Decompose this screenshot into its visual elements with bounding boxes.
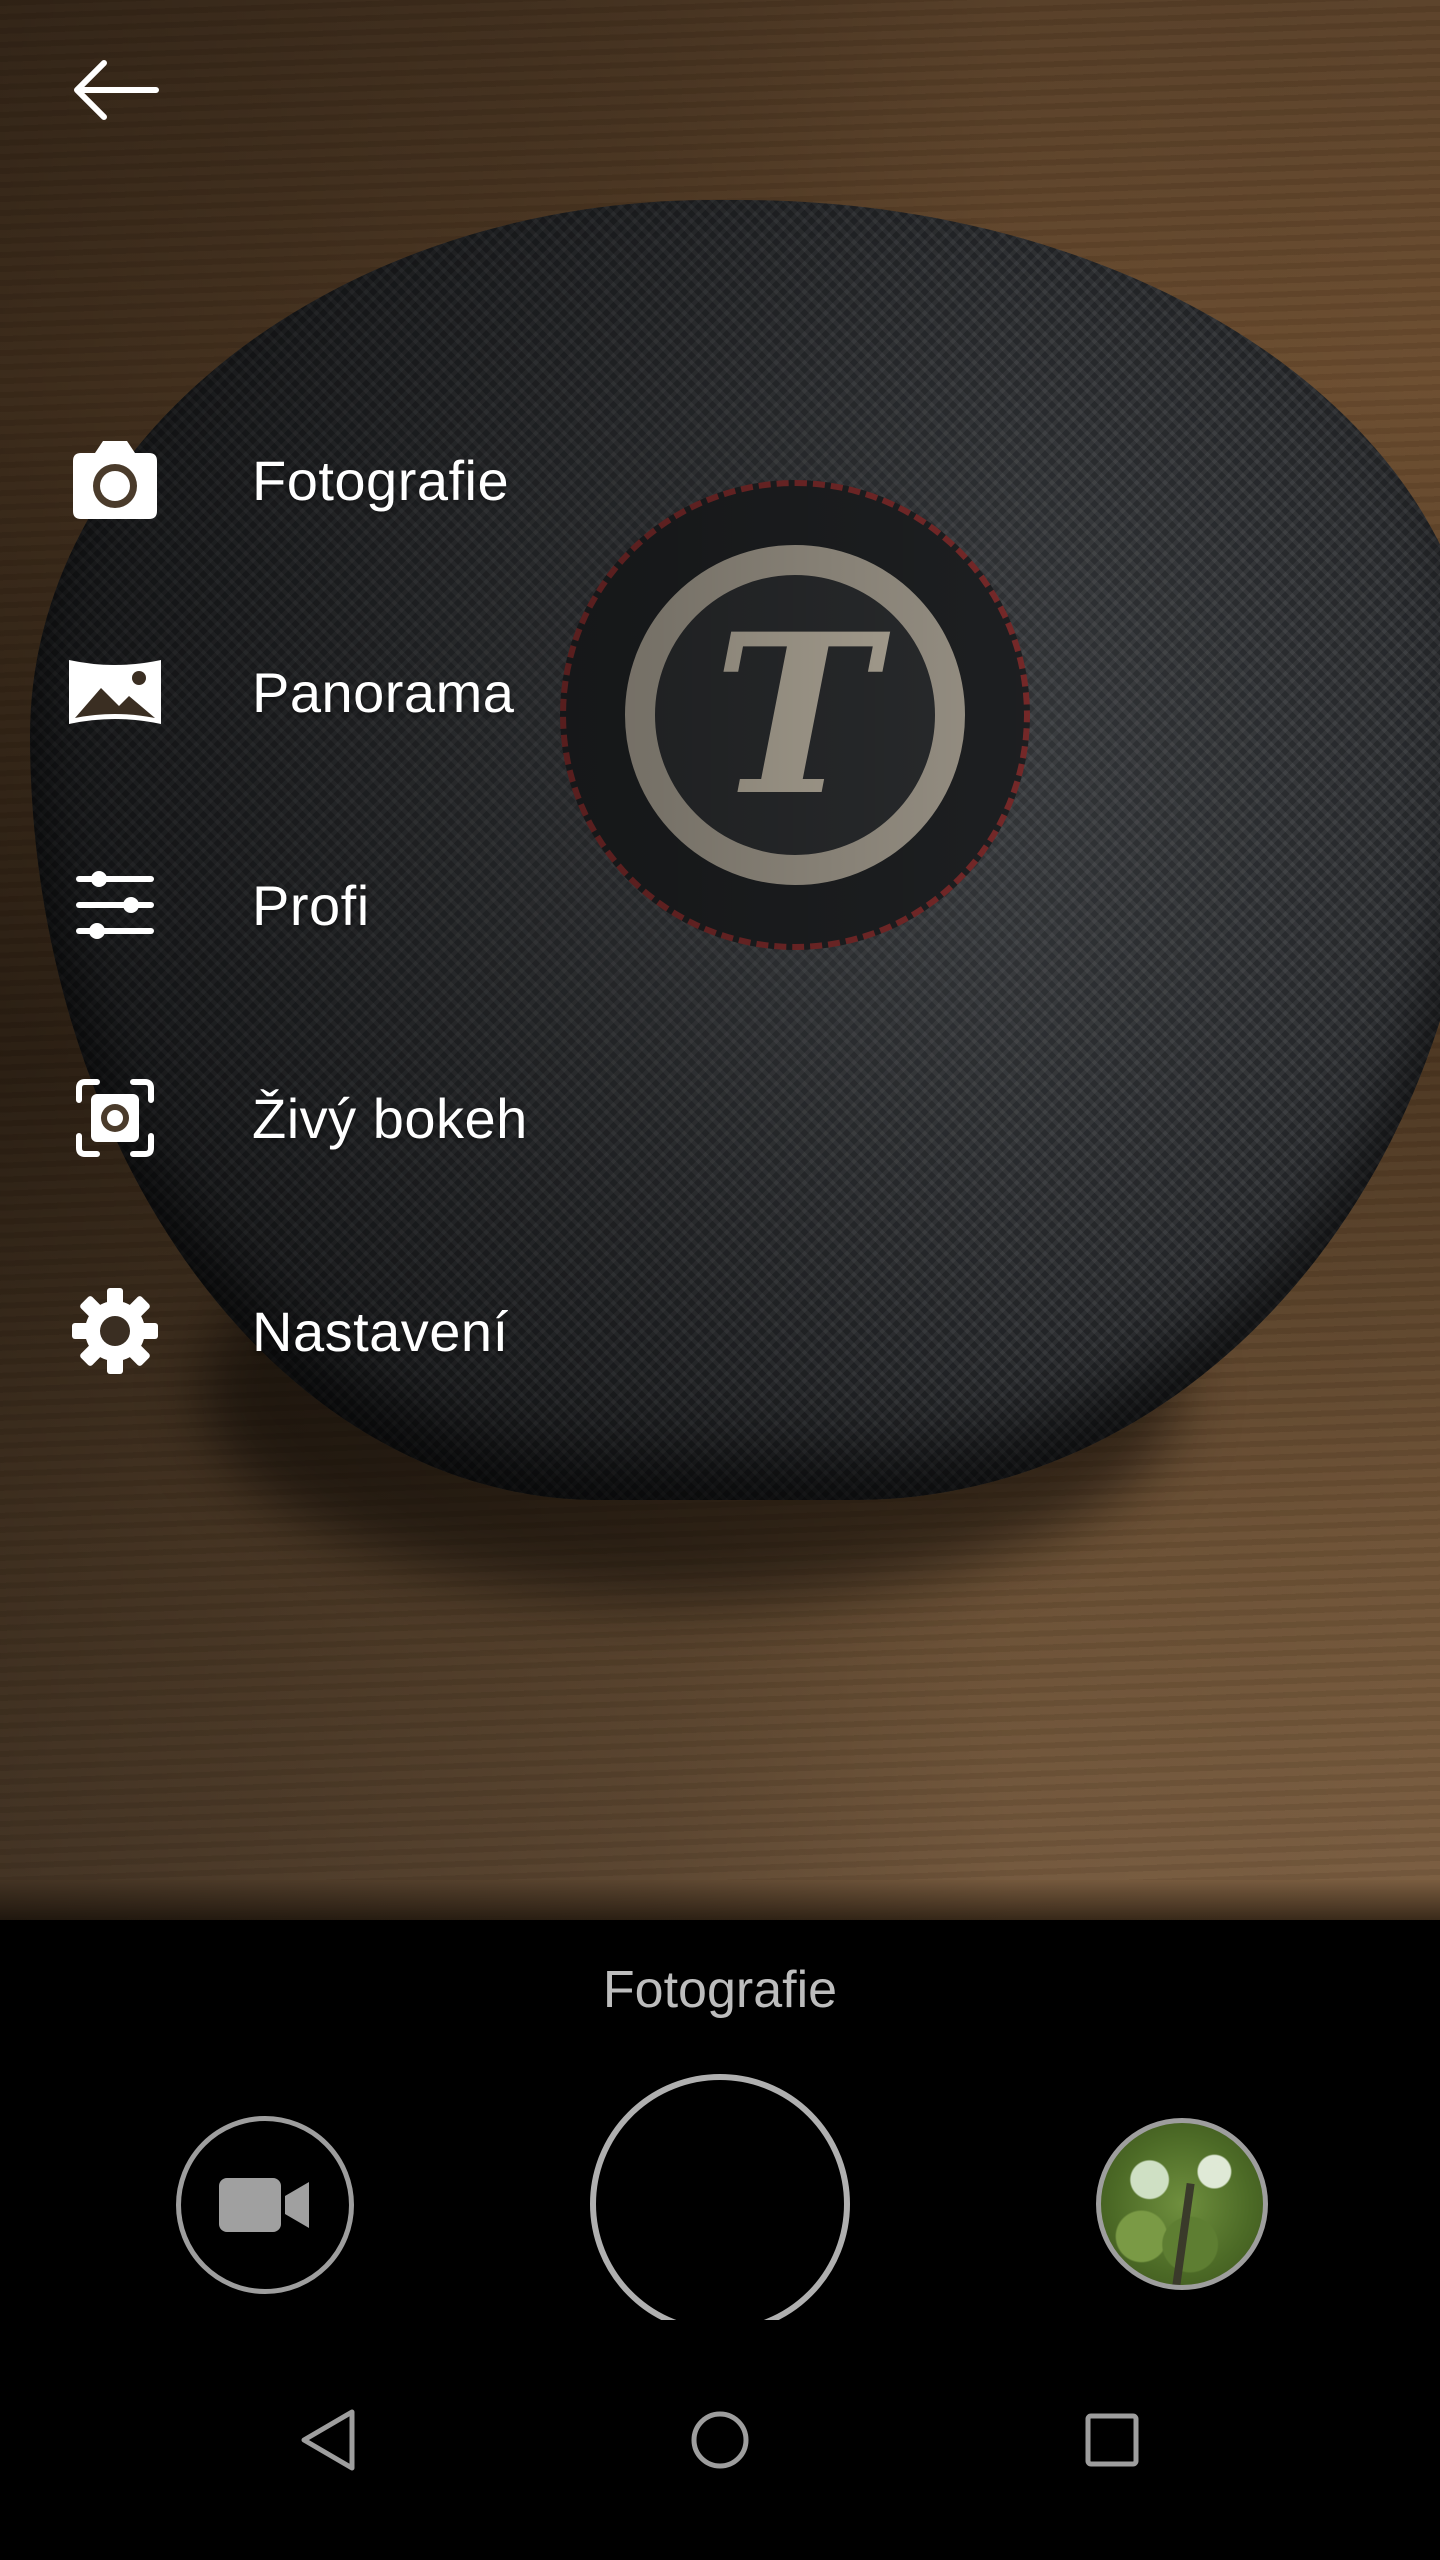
nav-recents-button[interactable] — [1052, 2380, 1172, 2500]
back-button[interactable] — [55, 30, 175, 150]
menu-item-label: Nastavení — [252, 1299, 509, 1363]
menu-item-panorama[interactable]: Panorama — [40, 617, 800, 767]
nav-home-button[interactable] — [660, 2380, 780, 2500]
menu-item-photo[interactable]: Fotografie — [40, 405, 800, 555]
gallery-thumbnail[interactable] — [1096, 2118, 1268, 2290]
camera-controls: Fotografie — [0, 1920, 1440, 2334]
gear-icon — [40, 1256, 190, 1406]
nav-recents-icon — [1085, 2413, 1139, 2467]
menu-item-pro[interactable]: Profi — [40, 830, 800, 980]
nav-back-icon — [301, 2409, 355, 2471]
system-navigation-bar — [0, 2320, 1440, 2560]
bokeh-icon — [40, 1043, 190, 1193]
menu-item-bokeh[interactable]: Živý bokeh — [40, 1043, 800, 1193]
landscape-icon — [40, 617, 190, 767]
arrow-left-icon — [74, 60, 159, 120]
menu-item-label: Profi — [252, 873, 370, 937]
menu-item-settings[interactable]: Nastavení — [40, 1256, 800, 1406]
camera-icon — [40, 405, 190, 555]
menu-item-label: Fotografie — [252, 448, 510, 512]
menu-item-label: Živý bokeh — [252, 1086, 528, 1150]
sliders-icon — [40, 830, 190, 980]
menu-item-label: Panorama — [252, 660, 515, 724]
nav-back-button[interactable] — [268, 2380, 388, 2500]
video-camera-icon — [219, 2178, 309, 2232]
shutter-button[interactable] — [590, 2074, 850, 2334]
nav-home-icon — [691, 2411, 749, 2469]
current-mode-label[interactable]: Fotografie — [0, 1960, 1440, 2020]
video-mode-button[interactable] — [176, 2116, 354, 2294]
